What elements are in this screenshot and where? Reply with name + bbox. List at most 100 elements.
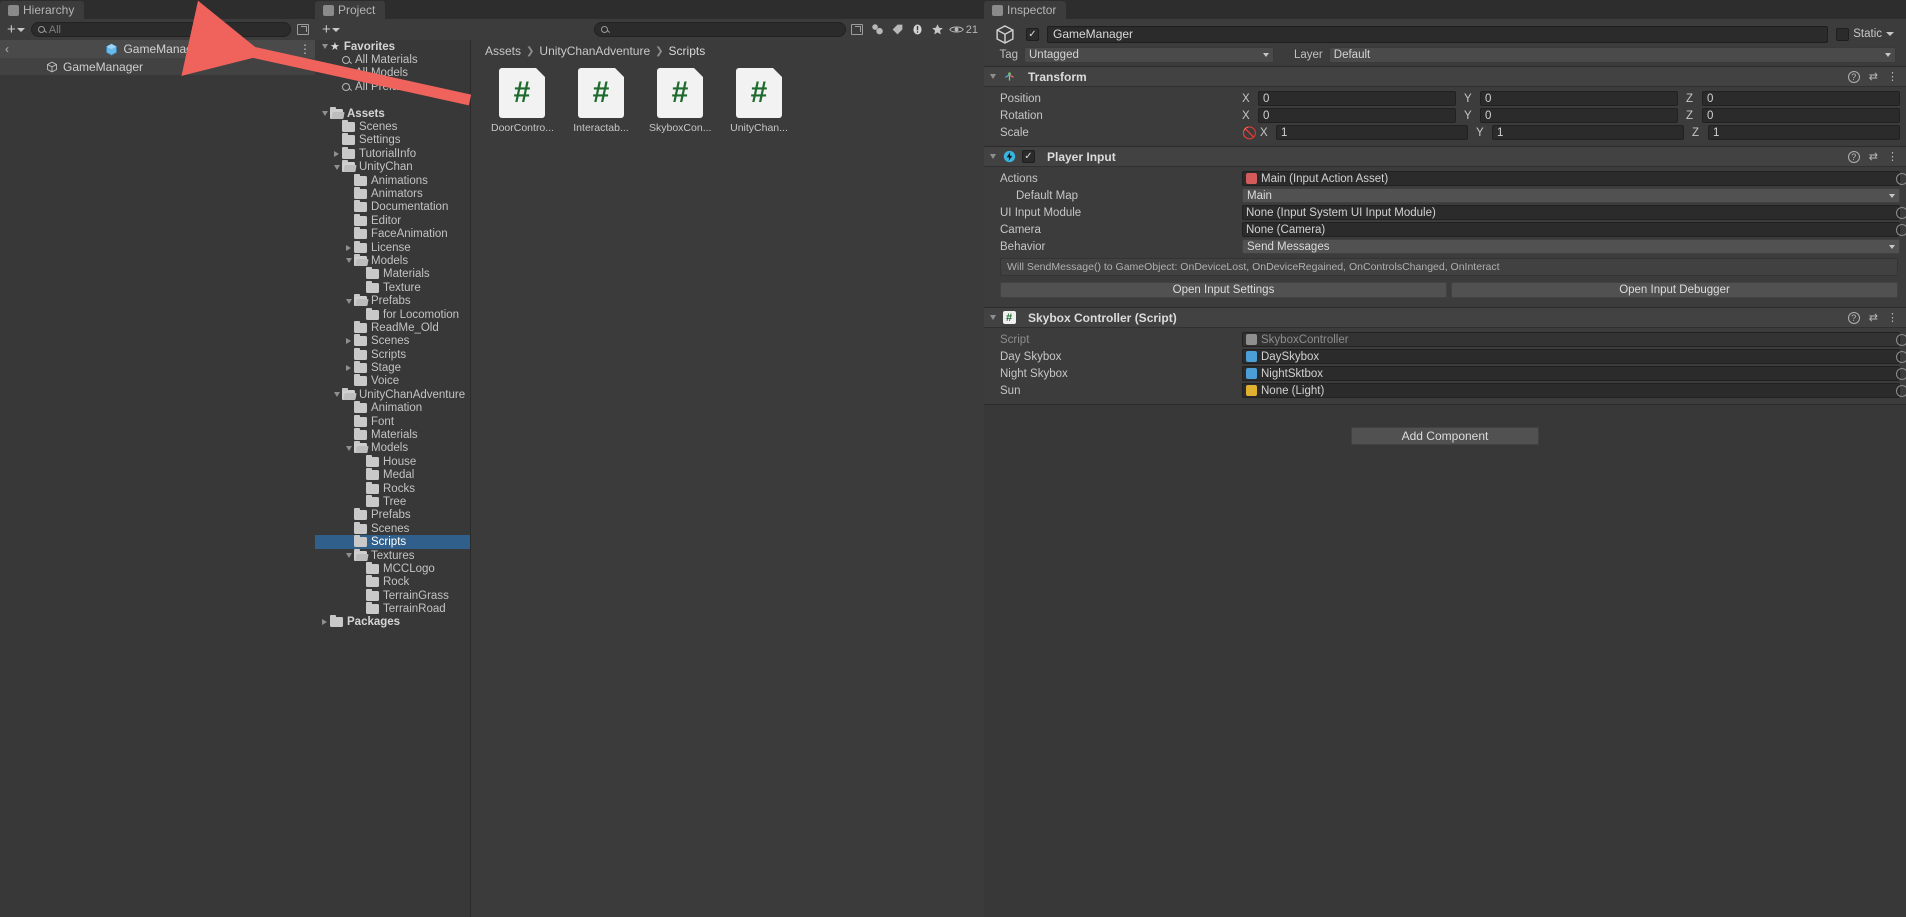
tree-item-house[interactable]: House (315, 455, 470, 468)
visibility-count[interactable]: 21 (949, 24, 978, 36)
add-component-button[interactable]: Add Component (1351, 427, 1539, 445)
help-icon[interactable]: ? (1848, 312, 1860, 324)
asset-item[interactable]: #Interactab... (570, 68, 632, 134)
tree-item-prefabs[interactable]: Prefabs (315, 509, 470, 522)
field-z[interactable]: 1 (1708, 125, 1900, 140)
tree-item-scripts[interactable]: Scripts (315, 535, 470, 548)
tree-item-favorites[interactable]: ★Favorites (315, 40, 470, 53)
hierarchy-menu-button[interactable]: ⋮ (295, 42, 315, 56)
chevron-right-icon[interactable] (343, 245, 354, 251)
chevron-right-icon[interactable] (343, 338, 354, 344)
tree-item-all-prefabs[interactable]: All Prefabs (315, 80, 470, 93)
chevron-down-icon[interactable] (343, 258, 354, 263)
project-popout-button[interactable] (849, 22, 866, 38)
component-header[interactable]: #Skybox Controller (Script)?⇄⋮ (984, 308, 1906, 328)
tree-item-rock[interactable]: Rock (315, 576, 470, 589)
help-icon[interactable]: ? (1848, 151, 1860, 163)
static-toggle[interactable]: Static (1836, 28, 1900, 41)
chevron-right-icon[interactable] (331, 151, 342, 157)
project-add-button[interactable]: + (319, 22, 343, 37)
chevron-down-icon[interactable] (331, 392, 342, 397)
object-picker-icon[interactable] (1896, 207, 1906, 219)
tab-inspector[interactable]: Inspector (984, 1, 1066, 19)
chevron-down-icon[interactable] (990, 74, 996, 79)
button-open-input-debugger[interactable]: Open Input Debugger (1451, 282, 1898, 298)
field-x[interactable]: 0 (1258, 108, 1456, 123)
tree-item-animators[interactable]: Animators (315, 187, 470, 200)
help-icon[interactable]: ? (1848, 71, 1860, 83)
tree-item-all-models[interactable]: All Models (315, 67, 470, 80)
chevron-down-icon[interactable] (1886, 32, 1894, 36)
project-search-input[interactable] (594, 22, 846, 37)
tree-item-animations[interactable]: Animations (315, 174, 470, 187)
layer-dropdown[interactable]: Default (1329, 47, 1896, 63)
asset-item[interactable]: #SkyboxCon... (649, 68, 711, 134)
object-field[interactable]: SkyboxController (1242, 332, 1900, 347)
field-y[interactable]: 1 (1492, 125, 1684, 140)
tree-item-editor[interactable]: Editor (315, 214, 470, 227)
tree-item-materials[interactable]: Materials (315, 268, 470, 281)
component-header[interactable]: ✓Player Input?⇄⋮ (984, 147, 1906, 167)
tree-item-documentation[interactable]: Documentation (315, 201, 470, 214)
tree-item-voice[interactable]: Voice (315, 375, 470, 388)
field-z[interactable]: 0 (1702, 108, 1900, 123)
tree-item-models[interactable]: Models (315, 254, 470, 267)
tag-dropdown[interactable]: Untagged (1024, 47, 1274, 63)
tree-item-scenes[interactable]: Scenes (315, 120, 470, 133)
tree-item-license[interactable]: License (315, 241, 470, 254)
gameobject-name-input[interactable]: GameManager (1047, 26, 1828, 43)
component-menu-icon[interactable]: ⋮ (1887, 150, 1898, 163)
tree-item-rocks[interactable]: Rocks (315, 482, 470, 495)
tree-item-readme-old[interactable]: ReadMe_Old (315, 321, 470, 334)
tree-item-prefabs[interactable]: Prefabs (315, 294, 470, 307)
object-picker-icon[interactable] (1896, 385, 1906, 397)
chevron-right-icon[interactable] (319, 619, 330, 625)
tree-item-texture[interactable]: Texture (315, 281, 470, 294)
component-header[interactable]: Transform?⇄⋮ (984, 67, 1906, 87)
tree-item-tree[interactable]: Tree (315, 495, 470, 508)
field-z[interactable]: 0 (1702, 91, 1900, 106)
breadcrumb-item-2[interactable]: Scripts (669, 44, 706, 58)
popup-field[interactable]: Main (1242, 188, 1900, 203)
chevron-right-icon[interactable] (343, 365, 354, 371)
hierarchy-popout-button[interactable] (294, 22, 311, 38)
tree-item-packages[interactable]: Packages (315, 616, 470, 629)
component-menu-icon[interactable]: ⋮ (1887, 311, 1898, 324)
object-picker-icon[interactable] (1896, 368, 1906, 380)
tree-item-font[interactable]: Font (315, 415, 470, 428)
console-error-button[interactable] (909, 22, 926, 38)
filter-label-button[interactable] (889, 22, 906, 38)
chevron-down-icon[interactable] (343, 446, 354, 451)
object-field[interactable]: None (Input System UI Input Module) (1242, 205, 1900, 220)
object-picker-icon[interactable] (1896, 334, 1906, 346)
chevron-down-icon[interactable] (343, 553, 354, 558)
field-y[interactable]: 0 (1480, 108, 1678, 123)
hierarchy-add-button[interactable]: + (4, 22, 28, 37)
chevron-down-icon[interactable] (343, 299, 354, 304)
tree-item-scenes[interactable]: Scenes (315, 522, 470, 535)
tree-item-unitychanadventure[interactable]: UnityChanAdventure (315, 388, 470, 401)
tree-item-medal[interactable]: Medal (315, 469, 470, 482)
asset-item[interactable]: #UnityChan... (728, 68, 790, 134)
tree-item-models[interactable]: Models (315, 442, 470, 455)
popup-field[interactable]: Send Messages (1242, 239, 1900, 254)
tree-item-terraingrass[interactable]: TerrainGrass (315, 589, 470, 602)
preset-icon[interactable]: ⇄ (1869, 150, 1878, 163)
preset-icon[interactable]: ⇄ (1869, 70, 1878, 83)
object-field[interactable]: DaySkybox (1242, 349, 1900, 364)
preset-icon[interactable]: ⇄ (1869, 311, 1878, 324)
tab-hierarchy[interactable]: Hierarchy (0, 1, 84, 19)
tree-item-materials[interactable]: Materials (315, 428, 470, 441)
tree-item-animation[interactable]: Animation (315, 402, 470, 415)
breadcrumb-item-1[interactable]: UnityChanAdventure (539, 44, 650, 58)
static-checkbox[interactable] (1836, 28, 1849, 41)
tree-item-settings[interactable]: Settings (315, 134, 470, 147)
object-field[interactable]: None (Light) (1242, 383, 1900, 398)
object-field[interactable]: Main (Input Action Asset) (1242, 171, 1900, 186)
field-x[interactable]: 0 (1258, 91, 1456, 106)
object-picker-icon[interactable] (1896, 351, 1906, 363)
object-field[interactable]: None (Camera) (1242, 222, 1900, 237)
button-open-input-settings[interactable]: Open Input Settings (1000, 282, 1447, 298)
tree-item-for-locomotion[interactable]: for Locomotion (315, 308, 470, 321)
tree-item-mcclogo[interactable]: MCCLogo (315, 562, 470, 575)
